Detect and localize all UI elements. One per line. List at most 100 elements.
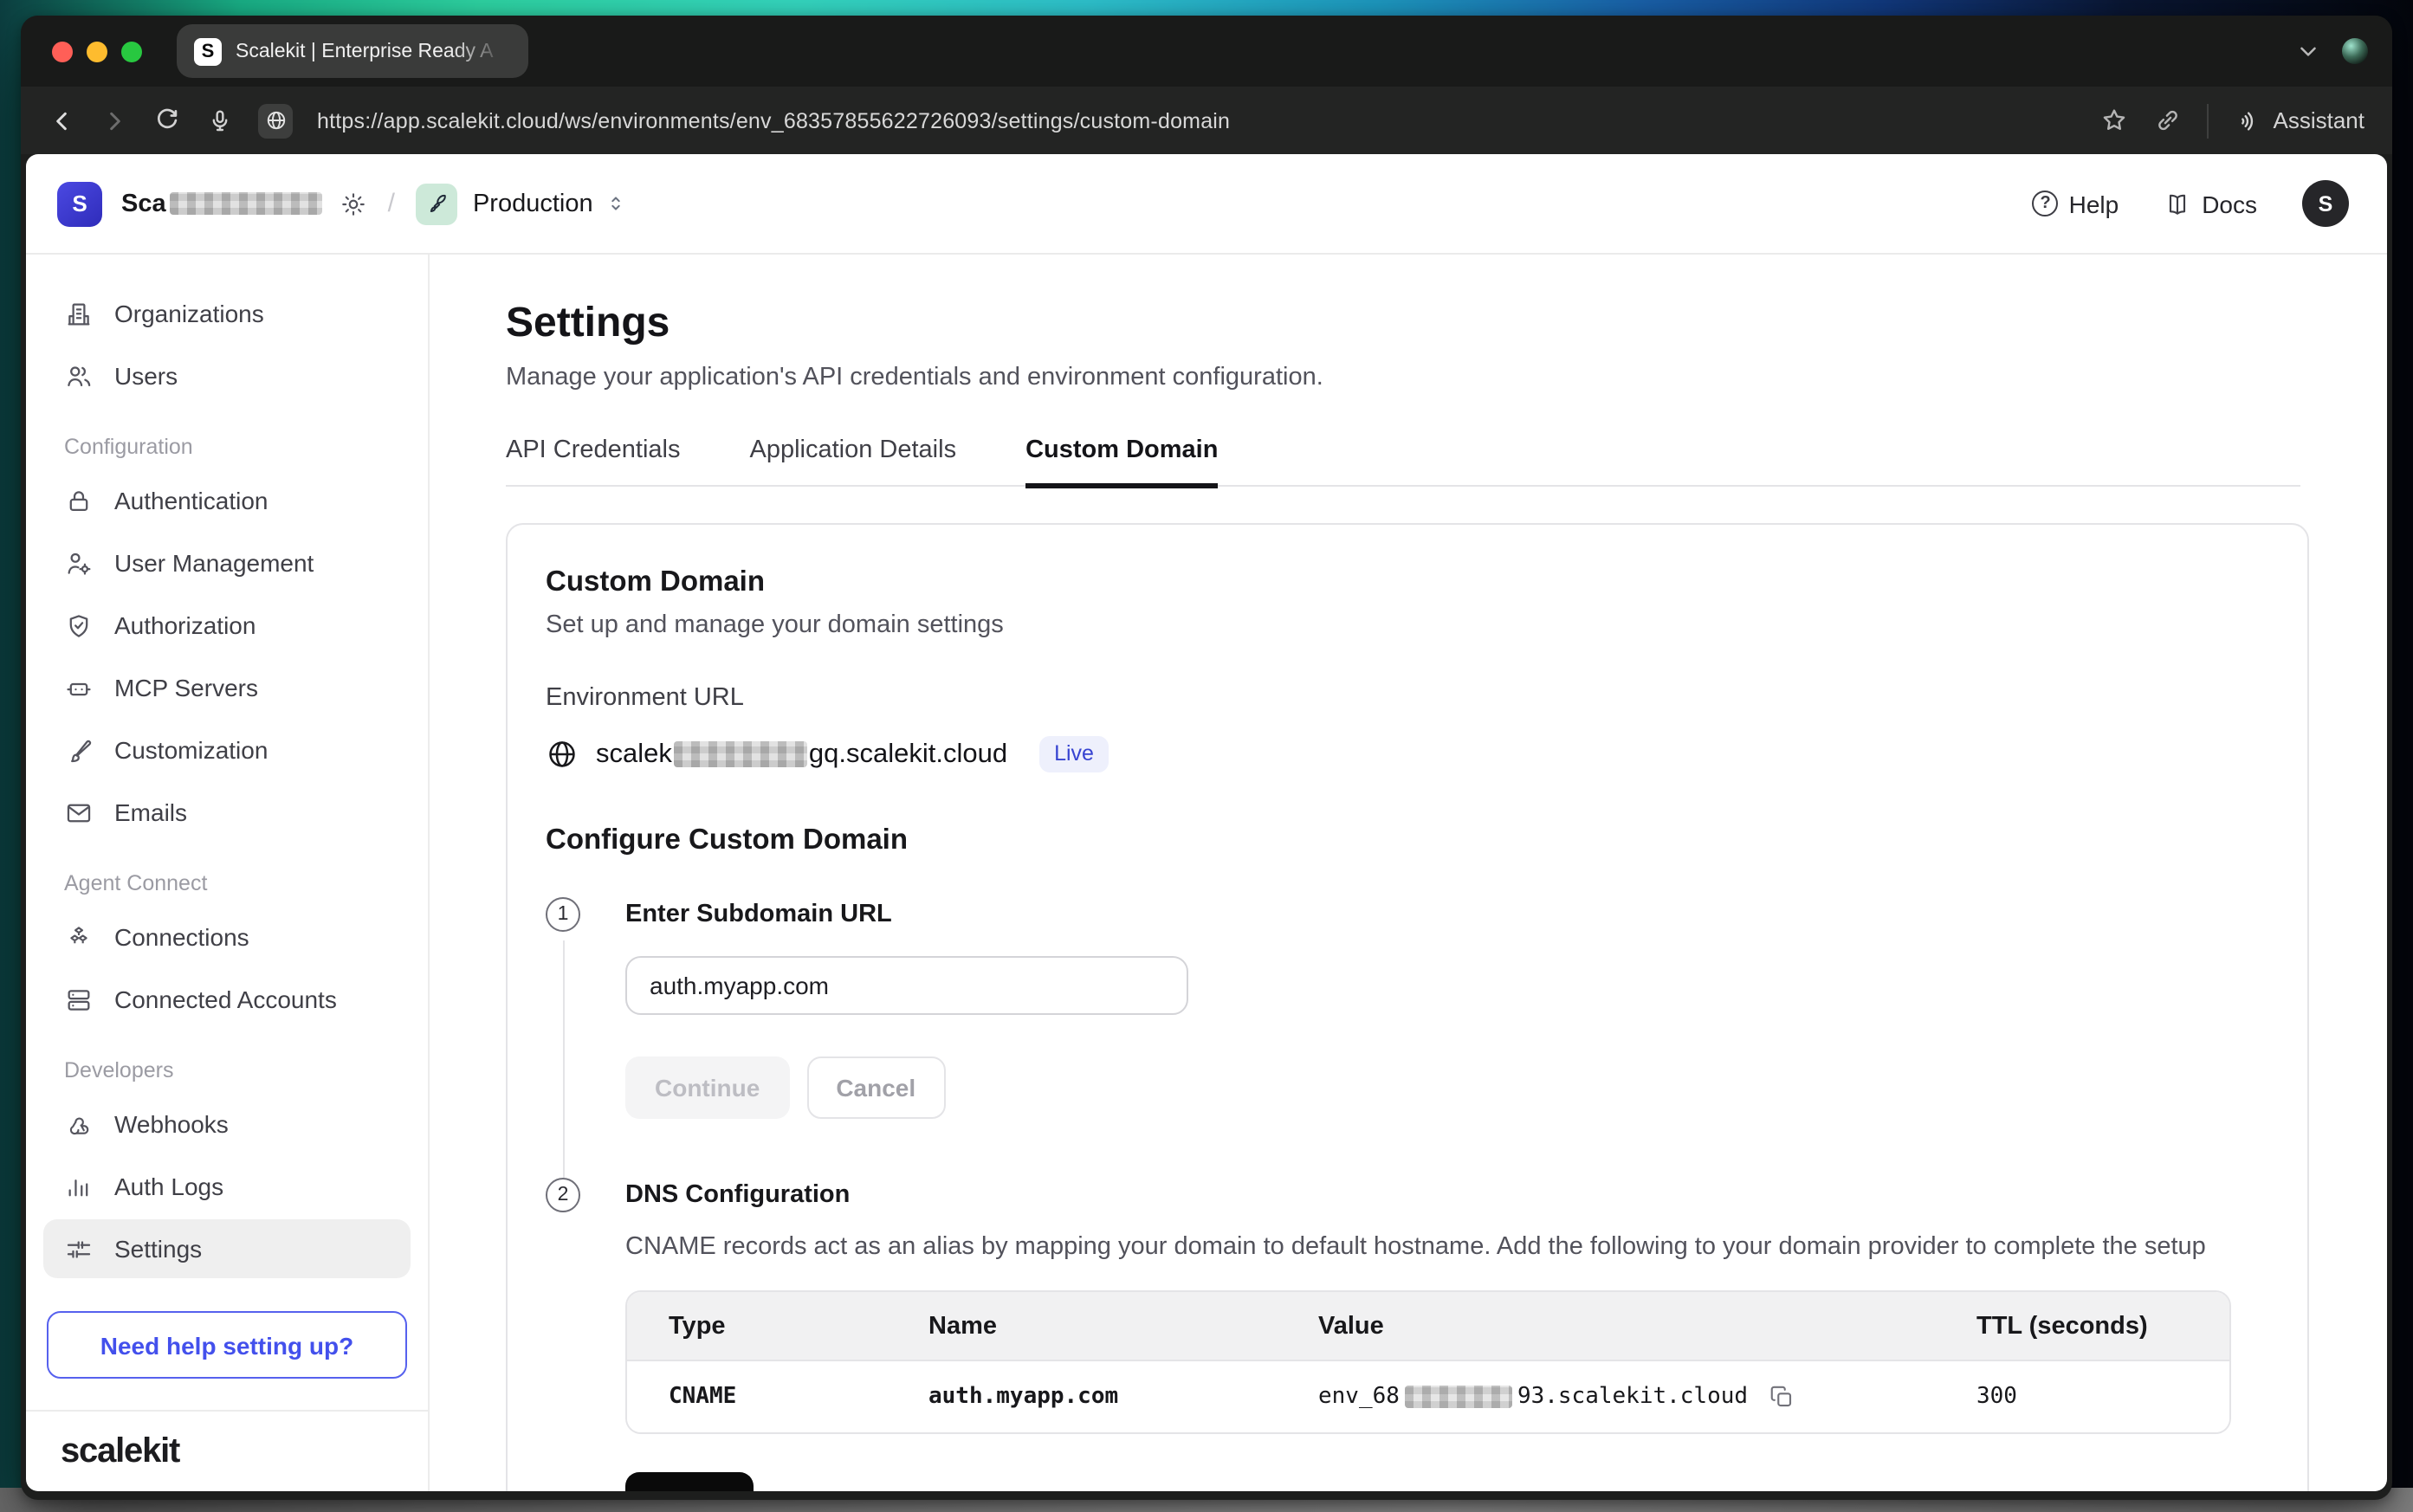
- configure-steps: 1 Enter Subdomain URL Continue Cancel: [546, 897, 2269, 1491]
- step-2: 2 DNS Configuration CNAME records act as…: [546, 1178, 2269, 1491]
- step-1: 1 Enter Subdomain URL Continue Cancel: [546, 897, 2269, 1178]
- breadcrumb-separator: /: [388, 189, 395, 218]
- scalekit-app: S Sca / Production: [26, 154, 2387, 1491]
- close-window-button[interactable]: [52, 41, 73, 61]
- tab-api-credentials[interactable]: API Credentials: [506, 436, 681, 485]
- column-header-ttl: TTL (seconds): [1935, 1312, 2229, 1340]
- record-name-cell: auth.myapp.com: [887, 1384, 1277, 1410]
- step-1-number: 1: [546, 897, 580, 932]
- webhook-icon: [64, 1109, 94, 1139]
- environment-url-row: scalek gq.scalekit.cloud Live: [546, 736, 2269, 772]
- envelope-icon: [64, 798, 94, 827]
- sidebar-item-emails[interactable]: Emails: [43, 783, 411, 842]
- dns-table-row: CNAME auth.myapp.com env_68 93.scalekit.…: [627, 1361, 2229, 1432]
- zoom-window-button[interactable]: [121, 41, 142, 61]
- main-content: Settings Manage your application's API c…: [430, 255, 2387, 1491]
- help-question-icon: [2033, 191, 2059, 216]
- step-connector-line: [562, 940, 564, 1178]
- back-button[interactable]: [49, 107, 76, 134]
- user-gear-icon: [64, 548, 94, 578]
- live-status-badge: Live: [1038, 736, 1109, 772]
- sidebar-section-configuration: Configuration: [26, 435, 428, 459]
- sidebar-item-organizations[interactable]: Organizations: [43, 284, 411, 343]
- reload-button[interactable]: [152, 106, 182, 135]
- dns-configuration-description: CNAME records act as an alias by mapping…: [625, 1233, 2269, 1261]
- bookmark-star-icon[interactable]: [2100, 106, 2130, 135]
- forward-button[interactable]: [100, 107, 128, 134]
- tab-application-details[interactable]: Application Details: [750, 436, 957, 485]
- page-title: Settings: [506, 300, 2300, 348]
- globe-icon: [546, 738, 579, 771]
- copy-value-button[interactable]: [1769, 1384, 1795, 1410]
- shield-check-icon: [64, 611, 94, 640]
- help-button[interactable]: Help: [2033, 190, 2119, 217]
- step-1-title: Enter Subdomain URL: [625, 897, 2269, 932]
- sidebar-item-mcp-servers[interactable]: MCP Servers: [43, 658, 411, 717]
- column-header-type: Type: [627, 1312, 887, 1340]
- sidebar-item-settings[interactable]: Settings: [43, 1219, 411, 1278]
- urlbar-divider: [2208, 103, 2209, 138]
- step-2-number: 2: [546, 1178, 580, 1212]
- workspace-logo[interactable]: S: [57, 181, 102, 226]
- need-help-button[interactable]: Need help setting up?: [47, 1311, 407, 1379]
- environment-selector-caret-icon[interactable]: [605, 192, 628, 215]
- microphone-icon[interactable]: [206, 107, 234, 134]
- browser-profile-avatar[interactable]: [2342, 38, 2368, 64]
- assistant-button[interactable]: Assistant: [2234, 107, 2365, 134]
- subdomain-input[interactable]: [625, 956, 1188, 1015]
- browser-tabbar: S Scalekit | Enterprise Ready A: [21, 16, 2392, 87]
- environment-url-label: Environment URL: [546, 684, 2269, 712]
- redacted-workspace-name: [170, 192, 322, 215]
- users-icon: [64, 361, 94, 391]
- sidebar-section-developers: Developers: [26, 1058, 428, 1082]
- minimize-window-button[interactable]: [87, 41, 107, 61]
- record-ttl-cell: 300: [1935, 1384, 2229, 1410]
- book-icon: [2164, 190, 2191, 217]
- sidebar-item-users[interactable]: Users: [43, 346, 411, 405]
- sidebar-item-user-management[interactable]: User Management: [43, 533, 411, 592]
- sidebar-item-webhooks[interactable]: Webhooks: [43, 1095, 411, 1153]
- continue-button[interactable]: Continue: [625, 1056, 789, 1119]
- browser-window: S Scalekit | Enterprise Ready A: [21, 16, 2392, 1500]
- sidebar-footer: scalekit: [26, 1410, 428, 1491]
- sidebar-item-connected-accounts[interactable]: Connected Accounts: [43, 970, 411, 1029]
- sidebar-item-connections[interactable]: Connections: [43, 908, 411, 966]
- tab-title: Scalekit | Enterprise Ready A: [236, 41, 511, 61]
- environment-rocket-icon: [416, 183, 457, 224]
- server-stack-icon: [64, 985, 94, 1014]
- browser-urlbar: https://app.scalekit.cloud/ws/environmen…: [21, 87, 2392, 154]
- workspace-settings-gear-icon[interactable]: [340, 190, 367, 217]
- environment-selector[interactable]: Production: [473, 190, 593, 217]
- chevron-down-icon[interactable]: [2295, 38, 2321, 64]
- workspace-name[interactable]: Sca: [121, 190, 322, 217]
- scalekit-favicon: S: [194, 37, 222, 65]
- sidebar-section-agent-connect: Agent Connect: [26, 871, 428, 895]
- tab-custom-domain[interactable]: Custom Domain: [1025, 436, 1218, 485]
- docs-button[interactable]: Docs: [2164, 190, 2257, 217]
- verify-button[interactable]: Verify: [625, 1472, 754, 1491]
- scalekit-wordmark: scalekit: [61, 1431, 179, 1471]
- copy-link-icon[interactable]: [2154, 106, 2183, 135]
- sidebar-item-auth-logs[interactable]: Auth Logs: [43, 1157, 411, 1216]
- user-avatar[interactable]: S: [2302, 180, 2349, 227]
- cancel-button[interactable]: Cancel: [806, 1056, 945, 1119]
- card-subtitle: Set up and manage your domain settings: [546, 611, 2269, 639]
- sidebar-item-authorization[interactable]: Authorization: [43, 596, 411, 655]
- assistant-icon: [2234, 107, 2261, 134]
- dns-table-header: Type Name Value TTL (seconds): [627, 1292, 2229, 1361]
- sidebar-item-authentication[interactable]: Authentication: [43, 471, 411, 530]
- assistant-label: Assistant: [2274, 107, 2365, 133]
- custom-domain-card: Custom Domain Set up and manage your dom…: [506, 523, 2309, 1491]
- window-controls: [52, 41, 142, 61]
- environment-url-value: scalek gq.scalekit.cloud: [596, 739, 1007, 770]
- column-header-value: Value: [1277, 1312, 1935, 1340]
- browser-tab[interactable]: S Scalekit | Enterprise Ready A: [177, 24, 528, 78]
- sidebar-item-customization[interactable]: Customization: [43, 720, 411, 779]
- copy-icon: [1769, 1384, 1795, 1410]
- card-title: Custom Domain: [546, 566, 2269, 599]
- url-text[interactable]: https://app.scalekit.cloud/ws/environmen…: [317, 108, 1230, 132]
- page-subtitle: Manage your application's API credential…: [506, 364, 2300, 391]
- dns-records-table: Type Name Value TTL (seconds) CNAME auth…: [625, 1290, 2231, 1434]
- site-info-icon[interactable]: [258, 103, 293, 138]
- redacted-environment-url: [674, 741, 807, 767]
